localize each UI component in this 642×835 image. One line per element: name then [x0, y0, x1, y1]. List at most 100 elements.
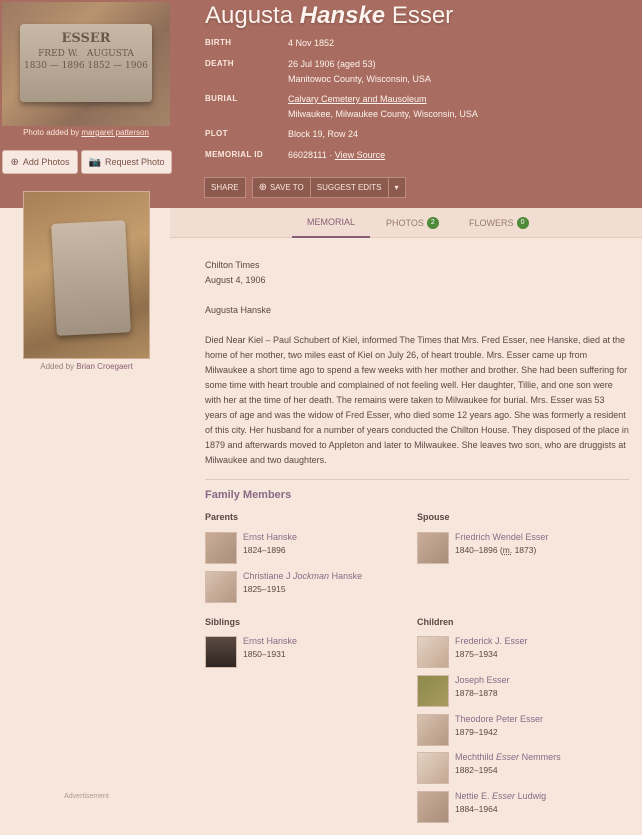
stone-right: AUGUSTA: [86, 49, 134, 59]
person-name-link[interactable]: Ernst Hanske: [243, 532, 297, 542]
parent-item[interactable]: Christiane J Jockman Hanske 1825–1915: [205, 571, 415, 603]
parent-item[interactable]: Ernst Hanske 1824–1896: [205, 532, 415, 564]
sibling-item[interactable]: Ernst Hanske 1850–1931: [205, 636, 415, 668]
person-name-link[interactable]: Mechthild Esser Nemmers: [455, 752, 561, 762]
birth-label: BIRTH: [205, 38, 232, 47]
view-source-link[interactable]: View Source: [335, 150, 385, 160]
share-button[interactable]: SHARE: [204, 177, 246, 198]
action-toolbar: SHARE ⊕ SAVE TO SUGGEST EDITS ▾: [204, 177, 406, 198]
spouse-dates: 1840–1896 (: [455, 545, 503, 555]
family-members-heading: Family Members: [205, 489, 292, 501]
person-thumbnail[interactable]: [417, 532, 449, 564]
camera-icon: 📷: [88, 156, 101, 168]
person-thumbnail[interactable]: [417, 791, 449, 823]
parents-heading: Parents: [205, 512, 239, 522]
person-dates: 1878–1878: [455, 688, 498, 698]
person-name-link[interactable]: Friedrich Wendel Esser: [455, 532, 548, 542]
photo-contributor-link[interactable]: margaret patterson: [81, 128, 149, 137]
add-photos-label: Add Photos: [22, 157, 70, 167]
person-name-link[interactable]: Joseph Esser: [455, 675, 510, 685]
bio-body: Died Near Kiel – Paul Schubert of Kiel, …: [205, 335, 629, 465]
child-item[interactable]: Theodore Peter Esser 1879–1942: [417, 714, 627, 746]
side-photo-contributor-link[interactable]: Brian Croegaert: [76, 362, 132, 371]
burial-label: BURIAL: [205, 94, 238, 103]
name-last: Hanske: [331, 571, 363, 581]
photos-count-badge: 2: [426, 217, 439, 229]
person-name-link[interactable]: Nettie E. Esser Ludwig: [455, 791, 546, 801]
request-photo-button[interactable]: 📷 Request Photo: [81, 150, 172, 174]
headstone-photo[interactable]: ESSER FRED W. AUGUSTA 1830 — 1896 1852 —…: [2, 2, 170, 126]
child-item[interactable]: Frederick J. Esser 1875–1934: [417, 636, 627, 668]
child-item[interactable]: Joseph Esser 1878–1878: [417, 675, 627, 707]
save-to-button[interactable]: ⊕ SAVE TO: [251, 177, 311, 198]
stone-left: FRED W.: [38, 49, 79, 59]
flowers-count-badge: 0: [516, 217, 529, 229]
person-thumbnail[interactable]: [417, 675, 449, 707]
caption-prefix: Photo added by: [23, 128, 80, 137]
plot-label: PLOT: [205, 129, 228, 138]
person-name-link[interactable]: Christiane J Jockman Hanske: [243, 571, 362, 581]
bio-source: Chilton Times: [205, 260, 260, 270]
name-first: Christiane J: [243, 571, 291, 581]
tab-memorial[interactable]: MEMORIAL: [292, 208, 370, 238]
person-thumbnail[interactable]: [417, 752, 449, 784]
plus-circle-icon: ⊕: [258, 182, 267, 193]
person-dates: 1840–1896 (m. 1873): [455, 545, 536, 555]
share-label: SHARE: [211, 183, 239, 192]
headstone-shape: [51, 220, 131, 336]
person-name-link[interactable]: Ernst Hanske: [243, 636, 297, 646]
person-thumbnail[interactable]: [417, 714, 449, 746]
spouse-item[interactable]: Friedrich Wendel Esser 1840–1896 (m. 187…: [417, 532, 627, 564]
tab-memorial-label: MEMORIAL: [306, 217, 355, 227]
stone-dates: 1830 — 1896 1852 — 1906: [24, 61, 148, 71]
memorial-id-label: MEMORIAL ID: [205, 150, 264, 159]
plus-circle-icon: ⊕: [10, 156, 19, 168]
person-dates: 1850–1931: [243, 649, 286, 659]
cemetery-link[interactable]: Calvary Cemetery and Mausoleum: [288, 92, 427, 107]
bio-name: Augusta Hanske: [205, 305, 272, 315]
memorial-id-value: 66028111 · View Source: [288, 148, 385, 163]
person-thumbnail[interactable]: [417, 636, 449, 668]
person-dates: 1825–1915: [243, 584, 286, 594]
person-dates: 1875–1934: [455, 649, 498, 659]
child-item[interactable]: Mechthild Esser Nemmers 1882–1954: [417, 752, 627, 784]
photo-caption: Photo added by margaret patterson: [2, 128, 170, 137]
birth-value: 4 Nov 1852: [288, 38, 335, 48]
spouse-heading: Spouse: [417, 512, 450, 522]
person-thumbnail[interactable]: [205, 532, 237, 564]
person-dates: 1882–1954: [455, 765, 498, 775]
save-suggest-group: ⊕ SAVE TO SUGGEST EDITS ▾: [251, 177, 406, 198]
name-first: Mechthild: [455, 752, 494, 762]
death-value: 26 Jul 1906 (aged 53): [288, 59, 376, 69]
person-thumbnail[interactable]: [205, 636, 237, 668]
tab-flowers[interactable]: FLOWERS 0: [469, 208, 529, 238]
side-photo-caption: Added by Brian Croegaert: [23, 362, 150, 371]
burial-place: Milwaukee, Milwaukee County, Wisconsin, …: [288, 109, 478, 119]
person-dates: 1824–1896: [243, 545, 286, 555]
suggest-edits-button[interactable]: SUGGEST EDITS: [310, 177, 389, 198]
child-item[interactable]: Nettie E. Esser Ludwig 1884–1964: [417, 791, 627, 823]
secondary-headstone-photo[interactable]: [23, 191, 150, 359]
add-photos-button[interactable]: ⊕ Add Photos: [2, 150, 78, 174]
tab-flowers-label: FLOWERS: [469, 218, 514, 228]
save-label: SAVE TO: [269, 183, 304, 192]
tab-bar: MEMORIAL PHOTOS 2 FLOWERS 0: [170, 208, 642, 238]
married-abbr: m.: [502, 545, 513, 555]
chevron-down-icon: ▾: [394, 183, 399, 192]
page-title: Augusta Hanske Esser: [205, 2, 453, 30]
person-name-link[interactable]: Frederick J. Esser: [455, 636, 528, 646]
name-last: Nemmers: [521, 752, 561, 762]
name-maiden: Esser: [496, 752, 520, 762]
memorial-id-number: 66028111 ·: [288, 150, 333, 160]
children-heading: Children: [417, 617, 454, 627]
more-actions-dropdown[interactable]: ▾: [388, 177, 406, 198]
suggest-label: SUGGEST EDITS: [316, 183, 382, 192]
headstone-inscription: ESSER FRED W. AUGUSTA 1830 — 1896 1852 —…: [20, 24, 152, 102]
person-thumbnail[interactable]: [205, 571, 237, 603]
person-dates: 1879–1942: [455, 727, 498, 737]
name-last: Ludwig: [517, 791, 547, 801]
name-first: Nettie E.: [455, 791, 490, 801]
person-name-link[interactable]: Theodore Peter Esser: [455, 714, 543, 724]
name-maiden: Esser: [492, 791, 516, 801]
tab-photos[interactable]: PHOTOS 2: [386, 208, 439, 238]
